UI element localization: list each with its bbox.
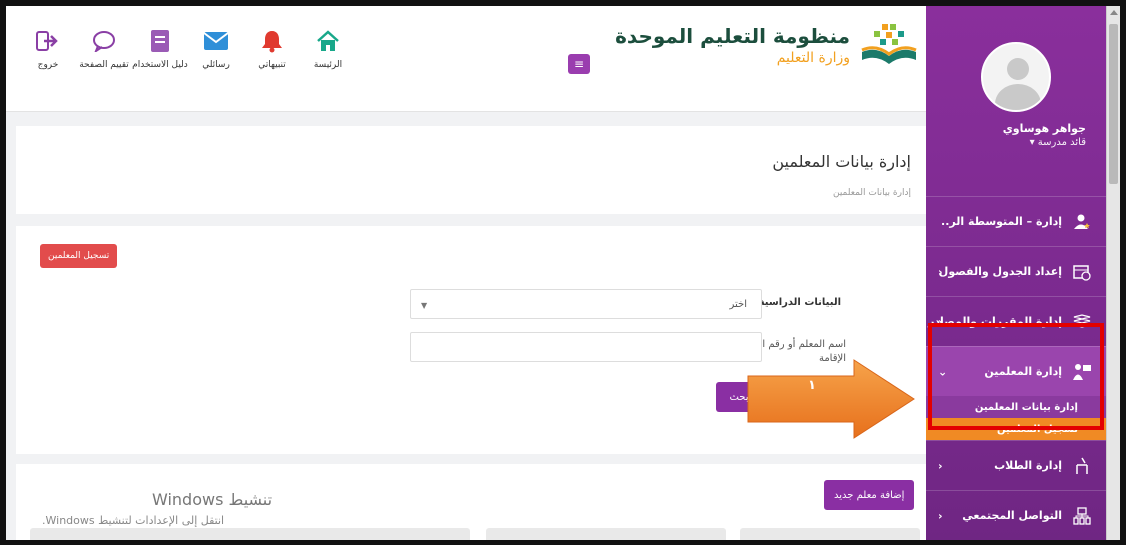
admin-icon (1072, 212, 1092, 232)
teacher-name-input[interactable] (410, 332, 762, 362)
sidebar: جواهر هوساوي قائد مدرسة ▾ إدارة – المتوس… (926, 6, 1106, 540)
table-header-stub (740, 528, 920, 540)
academic-data-select[interactable]: اختر ▼ (410, 289, 762, 319)
sidebar-item-students[interactable]: إدارة الطلاب ‹ (926, 440, 1106, 490)
messages-button[interactable]: رسائلي (188, 28, 244, 70)
academic-data-label: البيانات الدراسية (758, 297, 841, 308)
windows-watermark-subtitle: انتقل إلى الإعدادات لتنشيط Windows. (42, 514, 225, 527)
sidebar-subitem-register-teachers[interactable]: تسجيل المعلمين (926, 418, 1106, 440)
breadcrumb[interactable]: إدارة بيانات المعلمين (833, 188, 911, 198)
user-role-dropdown[interactable]: قائد مدرسة ▾ (1030, 137, 1086, 148)
sidebar-item-community[interactable]: التواصل المجتمعي ‹ (926, 490, 1106, 540)
book-icon (147, 28, 173, 54)
windows-watermark-title: تنشيط Windows (152, 490, 273, 509)
sidebar-item-courses[interactable]: إدارة المقررات والمصادر ‹ (926, 296, 1106, 346)
sidebar-item-label: إدارة المعلمين (984, 365, 1062, 378)
teacher-icon (1072, 362, 1092, 382)
home-icon (315, 28, 341, 54)
chevron-left-icon: ‹ (938, 315, 943, 328)
chevron-down-icon: ⌄ (938, 365, 948, 378)
academic-data-value: اختر (729, 299, 748, 310)
home-button[interactable]: الرئيسة (300, 28, 356, 70)
logout-icon (35, 28, 61, 54)
page-scrollbar[interactable] (1106, 6, 1120, 540)
scroll-up-icon[interactable] (1110, 10, 1118, 15)
top-header: خروج تقييم الصفحة دليل الاستخدام رسائلي (6, 6, 926, 112)
student-icon (1072, 456, 1092, 476)
sidebar-item-school-admin[interactable]: إدارة – المتوسطة الر.. (926, 196, 1106, 246)
home-label: الرئيسة (313, 60, 343, 70)
sidebar-item-schedule[interactable]: إعداد الجدول والفصول ‹ (926, 246, 1106, 296)
rate-page-label: تقييم الصفحة (79, 60, 129, 70)
app-logo[interactable]: منظومة التعليم الموحدة وزارة التعليم (615, 22, 918, 68)
sidebar-item-label: التواصل المجتمعي (962, 509, 1062, 522)
community-icon (1072, 506, 1092, 526)
register-teachers-button[interactable]: تسجيل المعلمين (40, 244, 118, 268)
chevron-left-icon: ‹ (938, 265, 943, 278)
sidebar-item-teachers[interactable]: إدارة المعلمين ⌄ (926, 346, 1106, 396)
sidebar-item-label: إدارة المقررات والمصادر (928, 315, 1062, 328)
messages-label: رسائلي (202, 60, 230, 70)
annotation-step-number: ١ (808, 378, 816, 393)
table-header-stub (486, 528, 726, 540)
sidebar-item-label: إعداد الجدول والفصول (938, 265, 1062, 278)
notifications-button[interactable]: تنبيهاتي (244, 28, 300, 70)
chat-bubble-icon (91, 28, 117, 54)
header-toolbar: خروج تقييم الصفحة دليل الاستخدام رسائلي (20, 28, 356, 70)
search-card: تسجيل المعلمين البيانات الدراسية اختر ▼ … (16, 226, 926, 454)
avatar[interactable] (981, 42, 1051, 112)
sidebar-item-label: إدارة – المتوسطة الر.. (941, 215, 1062, 228)
teachers-list-card: إضافة معلم جديد تنشيط Windows انتقل إلى … (16, 464, 926, 540)
logout-label: خروج (37, 60, 59, 70)
user-name: جواهر هوساوي (1002, 122, 1086, 135)
user-profile: جواهر هوساوي قائد مدرسة ▾ (926, 6, 1106, 196)
user-guide-button[interactable]: دليل الاستخدام (132, 28, 188, 70)
table-header-stub (30, 528, 470, 540)
logout-button[interactable]: خروج (20, 28, 76, 70)
bell-icon (259, 28, 285, 54)
app-title: منظومة التعليم الموحدة (615, 24, 850, 48)
user-guide-label: دليل الاستخدام (132, 60, 188, 70)
page-title: إدارة بيانات المعلمين (772, 152, 911, 171)
scrollbar-thumb[interactable] (1109, 24, 1118, 184)
browser-frame: خروج تقييم الصفحة دليل الاستخدام رسائلي (6, 6, 1120, 540)
sidebar-item-label: إدارة الطلاب (994, 459, 1062, 472)
books-icon (1072, 312, 1092, 332)
caret-down-icon: ▼ (421, 301, 428, 310)
sidebar-subitem-teacher-data[interactable]: إدارة بيانات المعلمين (926, 396, 1106, 418)
calendar-icon (1072, 262, 1092, 282)
logo-mark-icon (860, 22, 918, 68)
notifications-label: تنبيهاتي (258, 60, 286, 70)
chevron-left-icon: ‹ (938, 509, 943, 522)
chevron-left-icon: ‹ (938, 459, 943, 472)
search-button[interactable]: بحث (716, 382, 762, 412)
rate-page-button[interactable]: تقييم الصفحة (76, 28, 132, 70)
add-teacher-button[interactable]: إضافة معلم جديد (824, 480, 915, 510)
app-subtitle: وزارة التعليم (776, 50, 850, 66)
menu-toggle-button[interactable]: ≡ (568, 54, 590, 74)
page-header-card: إدارة بيانات المعلمين إدارة بيانات المعل… (16, 126, 926, 214)
envelope-icon (203, 28, 229, 54)
